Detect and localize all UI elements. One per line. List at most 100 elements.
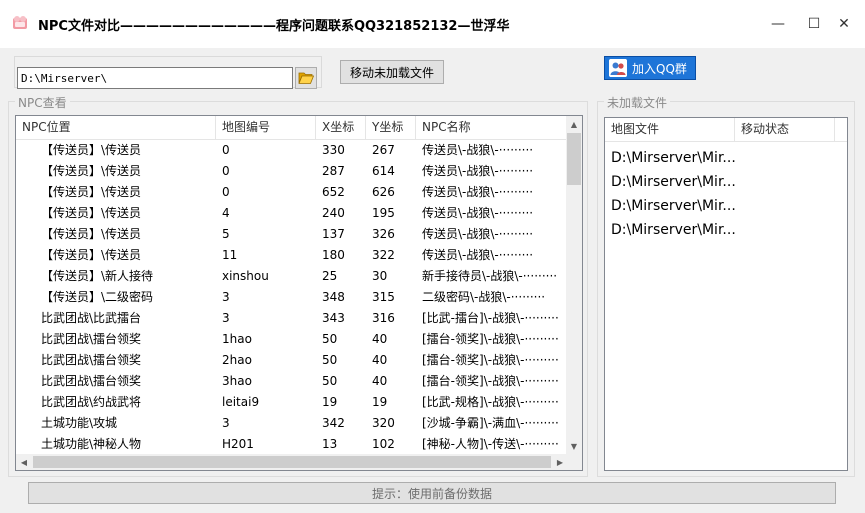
scroll-down-arrow-icon[interactable]: ▼ bbox=[566, 438, 582, 454]
column-header-x[interactable]: X坐标 bbox=[316, 116, 366, 140]
unloaded-group-label: 未加载文件 bbox=[604, 94, 671, 111]
y-coord-cell: 315 bbox=[372, 290, 395, 304]
npc-name-cell: [比武-擂台]\-战狼\-········· bbox=[422, 311, 559, 325]
map-id-cell: H201 bbox=[222, 437, 254, 451]
table-row[interactable]: 【传送员】\传送员 0 287 614 传送员\-战狼\-········· bbox=[16, 161, 568, 182]
app-icon bbox=[13, 16, 27, 29]
npc-location-cell: 土城功能\攻城 bbox=[41, 416, 118, 430]
list-item[interactable]: D:\Mirserver\Mir... bbox=[605, 146, 735, 170]
table-row[interactable]: 土城功能\攻城 3 342 320 [沙城-争霸]\-满血\-········· bbox=[16, 413, 568, 434]
table-row[interactable]: 【传送员】\传送员 5 137 326 传送员\-战狼\-········· bbox=[16, 224, 568, 245]
y-coord-cell: 322 bbox=[372, 248, 395, 262]
y-coord-cell: 316 bbox=[372, 311, 395, 325]
npc-name-cell: 传送员\-战狼\-········· bbox=[422, 248, 534, 262]
folder-open-icon bbox=[298, 72, 314, 84]
y-coord-cell: 195 bbox=[372, 206, 395, 220]
table-row[interactable]: 比武团战\约战武将 leitai9 19 19 [比武-规格]\-战狼\-·······… bbox=[16, 392, 568, 413]
unloaded-list-header: 地图文件 移动状态 bbox=[605, 118, 847, 142]
list-item[interactable]: D:\Mirserver\Mir... bbox=[605, 194, 735, 218]
y-coord-cell: 326 bbox=[372, 227, 395, 241]
y-coord-cell: 30 bbox=[372, 269, 388, 283]
map-id-cell: 3 bbox=[222, 311, 230, 325]
close-button[interactable]: ✕ bbox=[830, 10, 858, 38]
maximize-button[interactable]: ☐ bbox=[800, 10, 828, 38]
table-row[interactable]: 比武团战\比武擂台 3 343 316 [比武-擂台]\-战狼\-········· bbox=[16, 308, 568, 329]
table-row[interactable]: 【传送员】\新人接待 xinshou 25 30 新手接待员\-战狼\-········… bbox=[16, 266, 568, 287]
npc-location-cell: 比武团战\约战武将 bbox=[41, 395, 142, 409]
list-item[interactable]: D:\Mirserver\Mir... bbox=[605, 170, 735, 194]
table-row[interactable]: 【传送员】\传送员 0 330 267 传送员\-战狼\-········· bbox=[16, 140, 568, 161]
npc-location-cell: 比武团战\擂台领奖 bbox=[41, 353, 142, 367]
column-header-y[interactable]: Y坐标 bbox=[366, 116, 416, 140]
column-header-map-id[interactable]: 地图编号 bbox=[216, 116, 316, 140]
map-id-cell: xinshou bbox=[222, 269, 269, 283]
x-coord-cell: 50 bbox=[322, 332, 338, 346]
column-header-move-status[interactable]: 移动状态 bbox=[735, 118, 835, 142]
npc-name-cell: [神秘-人物]\-传送\-········· bbox=[422, 437, 559, 451]
map-id-cell: 4 bbox=[222, 206, 230, 220]
table-row[interactable]: 比武团战\擂台领奖 3hao 50 40 [擂台-领奖]\-战狼\-········· bbox=[16, 371, 568, 392]
unloaded-files-list[interactable]: 地图文件 移动状态 D:\Mirserver\Mir... D:\Mirserve… bbox=[604, 117, 848, 471]
y-coord-cell: 267 bbox=[372, 143, 395, 157]
map-id-cell: 11 bbox=[222, 248, 238, 262]
unloaded-rows: D:\Mirserver\Mir... D:\Mirserver\Mir... D:… bbox=[605, 142, 847, 242]
horizontal-scrollbar[interactable]: ◀ ▶ bbox=[16, 454, 568, 470]
x-coord-cell: 50 bbox=[322, 353, 338, 367]
map-id-cell: 3 bbox=[222, 416, 230, 430]
join-qq-group-button[interactable]: 加入QQ群 bbox=[604, 56, 696, 80]
client-area: D:\Mirserver\ 移动未加载文件 加入QQ群 NPC查看 NPC位置 … bbox=[0, 48, 865, 513]
table-row[interactable]: 比武团战\擂台领奖 2hao 50 40 [擂台-领奖]\-战狼\-········· bbox=[16, 350, 568, 371]
map-id-cell: 2hao bbox=[222, 353, 252, 367]
table-row[interactable]: 【传送员】\传送员 11 180 322 传送员\-战狼\-········· bbox=[16, 245, 568, 266]
y-coord-cell: 320 bbox=[372, 416, 395, 430]
unloaded-files-group: 未加载文件 地图文件 移动状态 D:\Mirserver\Mir... D:\Mi… bbox=[597, 94, 855, 477]
map-id-cell: 0 bbox=[222, 143, 230, 157]
table-row[interactable]: 土城功能\神秘人物 H201 13 102 [神秘-人物]\-传送\-········· bbox=[16, 434, 568, 455]
scroll-left-arrow-icon[interactable]: ◀ bbox=[16, 454, 32, 470]
table-row[interactable]: 【传送员】\二级密码 3 348 315 二级密码\-战狼\-········· bbox=[16, 287, 568, 308]
npc-name-cell: [擂台-领奖]\-战狼\-········· bbox=[422, 353, 559, 367]
title-bar: NPC文件对比————————————程序问题联系QQ321852132—世浮华… bbox=[0, 0, 865, 48]
minimize-button[interactable]: — bbox=[764, 10, 792, 38]
vertical-scrollbar[interactable]: ▲ ▼ bbox=[566, 116, 582, 454]
npc-view-group: NPC查看 NPC位置 地图编号 X坐标 Y坐标 NPC名称 【传送员】\传送员… bbox=[8, 94, 588, 477]
column-header-npc-name[interactable]: NPC名称 bbox=[416, 116, 568, 140]
x-coord-cell: 13 bbox=[322, 437, 338, 451]
y-coord-cell: 102 bbox=[372, 437, 395, 451]
npc-location-cell: 【传送员】\新人接待 bbox=[41, 269, 154, 283]
x-coord-cell: 348 bbox=[322, 290, 345, 304]
map-id-cell: 0 bbox=[222, 185, 230, 199]
npc-name-cell: 传送员\-战狼\-········· bbox=[422, 143, 534, 157]
npc-location-cell: 【传送员】\传送员 bbox=[41, 248, 142, 262]
table-row[interactable]: 比武团战\擂台领奖 1hao 50 40 [擂台-领奖]\-战狼\-········· bbox=[16, 329, 568, 350]
window-title: NPC文件对比————————————程序问题联系QQ321852132—世浮华 bbox=[38, 19, 510, 34]
y-coord-cell: 614 bbox=[372, 164, 395, 178]
scrollbar-corner bbox=[566, 454, 582, 470]
npc-location-cell: 比武团战\比武擂台 bbox=[41, 311, 142, 325]
x-coord-cell: 25 bbox=[322, 269, 338, 283]
map-id-cell: 1hao bbox=[222, 332, 252, 346]
npc-list[interactable]: NPC位置 地图编号 X坐标 Y坐标 NPC名称 【传送员】\传送员 0 330 26… bbox=[15, 115, 583, 471]
npc-location-cell: 比武团战\擂台领奖 bbox=[41, 332, 142, 346]
column-header-npc-location[interactable]: NPC位置 bbox=[16, 116, 216, 140]
list-item[interactable]: D:\Mirserver\Mir... bbox=[605, 218, 735, 242]
npc-rows: 【传送员】\传送员 0 330 267 传送员\-战狼\-········· 【传送员】\… bbox=[16, 140, 568, 455]
y-coord-cell: 626 bbox=[372, 185, 395, 199]
scroll-up-arrow-icon[interactable]: ▲ bbox=[566, 116, 582, 132]
move-unloaded-button[interactable]: 移动未加载文件 bbox=[340, 60, 444, 84]
npc-location-cell: 土城功能\神秘人物 bbox=[41, 437, 142, 451]
y-coord-cell: 40 bbox=[372, 374, 388, 388]
x-coord-cell: 50 bbox=[322, 374, 338, 388]
column-header-map-file[interactable]: 地图文件 bbox=[605, 118, 735, 142]
vertical-scroll-thumb[interactable] bbox=[567, 133, 581, 185]
npc-name-cell: 新手接待员\-战狼\-········· bbox=[422, 269, 558, 283]
x-coord-cell: 180 bbox=[322, 248, 345, 262]
npc-location-cell: 【传送员】\传送员 bbox=[41, 206, 142, 220]
path-input[interactable]: D:\Mirserver\ bbox=[17, 67, 293, 89]
npc-location-cell: 【传送员】\二级密码 bbox=[41, 290, 154, 304]
table-row[interactable]: 【传送员】\传送员 0 652 626 传送员\-战狼\-········· bbox=[16, 182, 568, 203]
table-row[interactable]: 【传送员】\传送员 4 240 195 传送员\-战狼\-········· bbox=[16, 203, 568, 224]
horizontal-scroll-thumb[interactable] bbox=[33, 456, 551, 468]
map-id-cell: 3 bbox=[222, 290, 230, 304]
browse-folder-button[interactable] bbox=[295, 67, 317, 89]
